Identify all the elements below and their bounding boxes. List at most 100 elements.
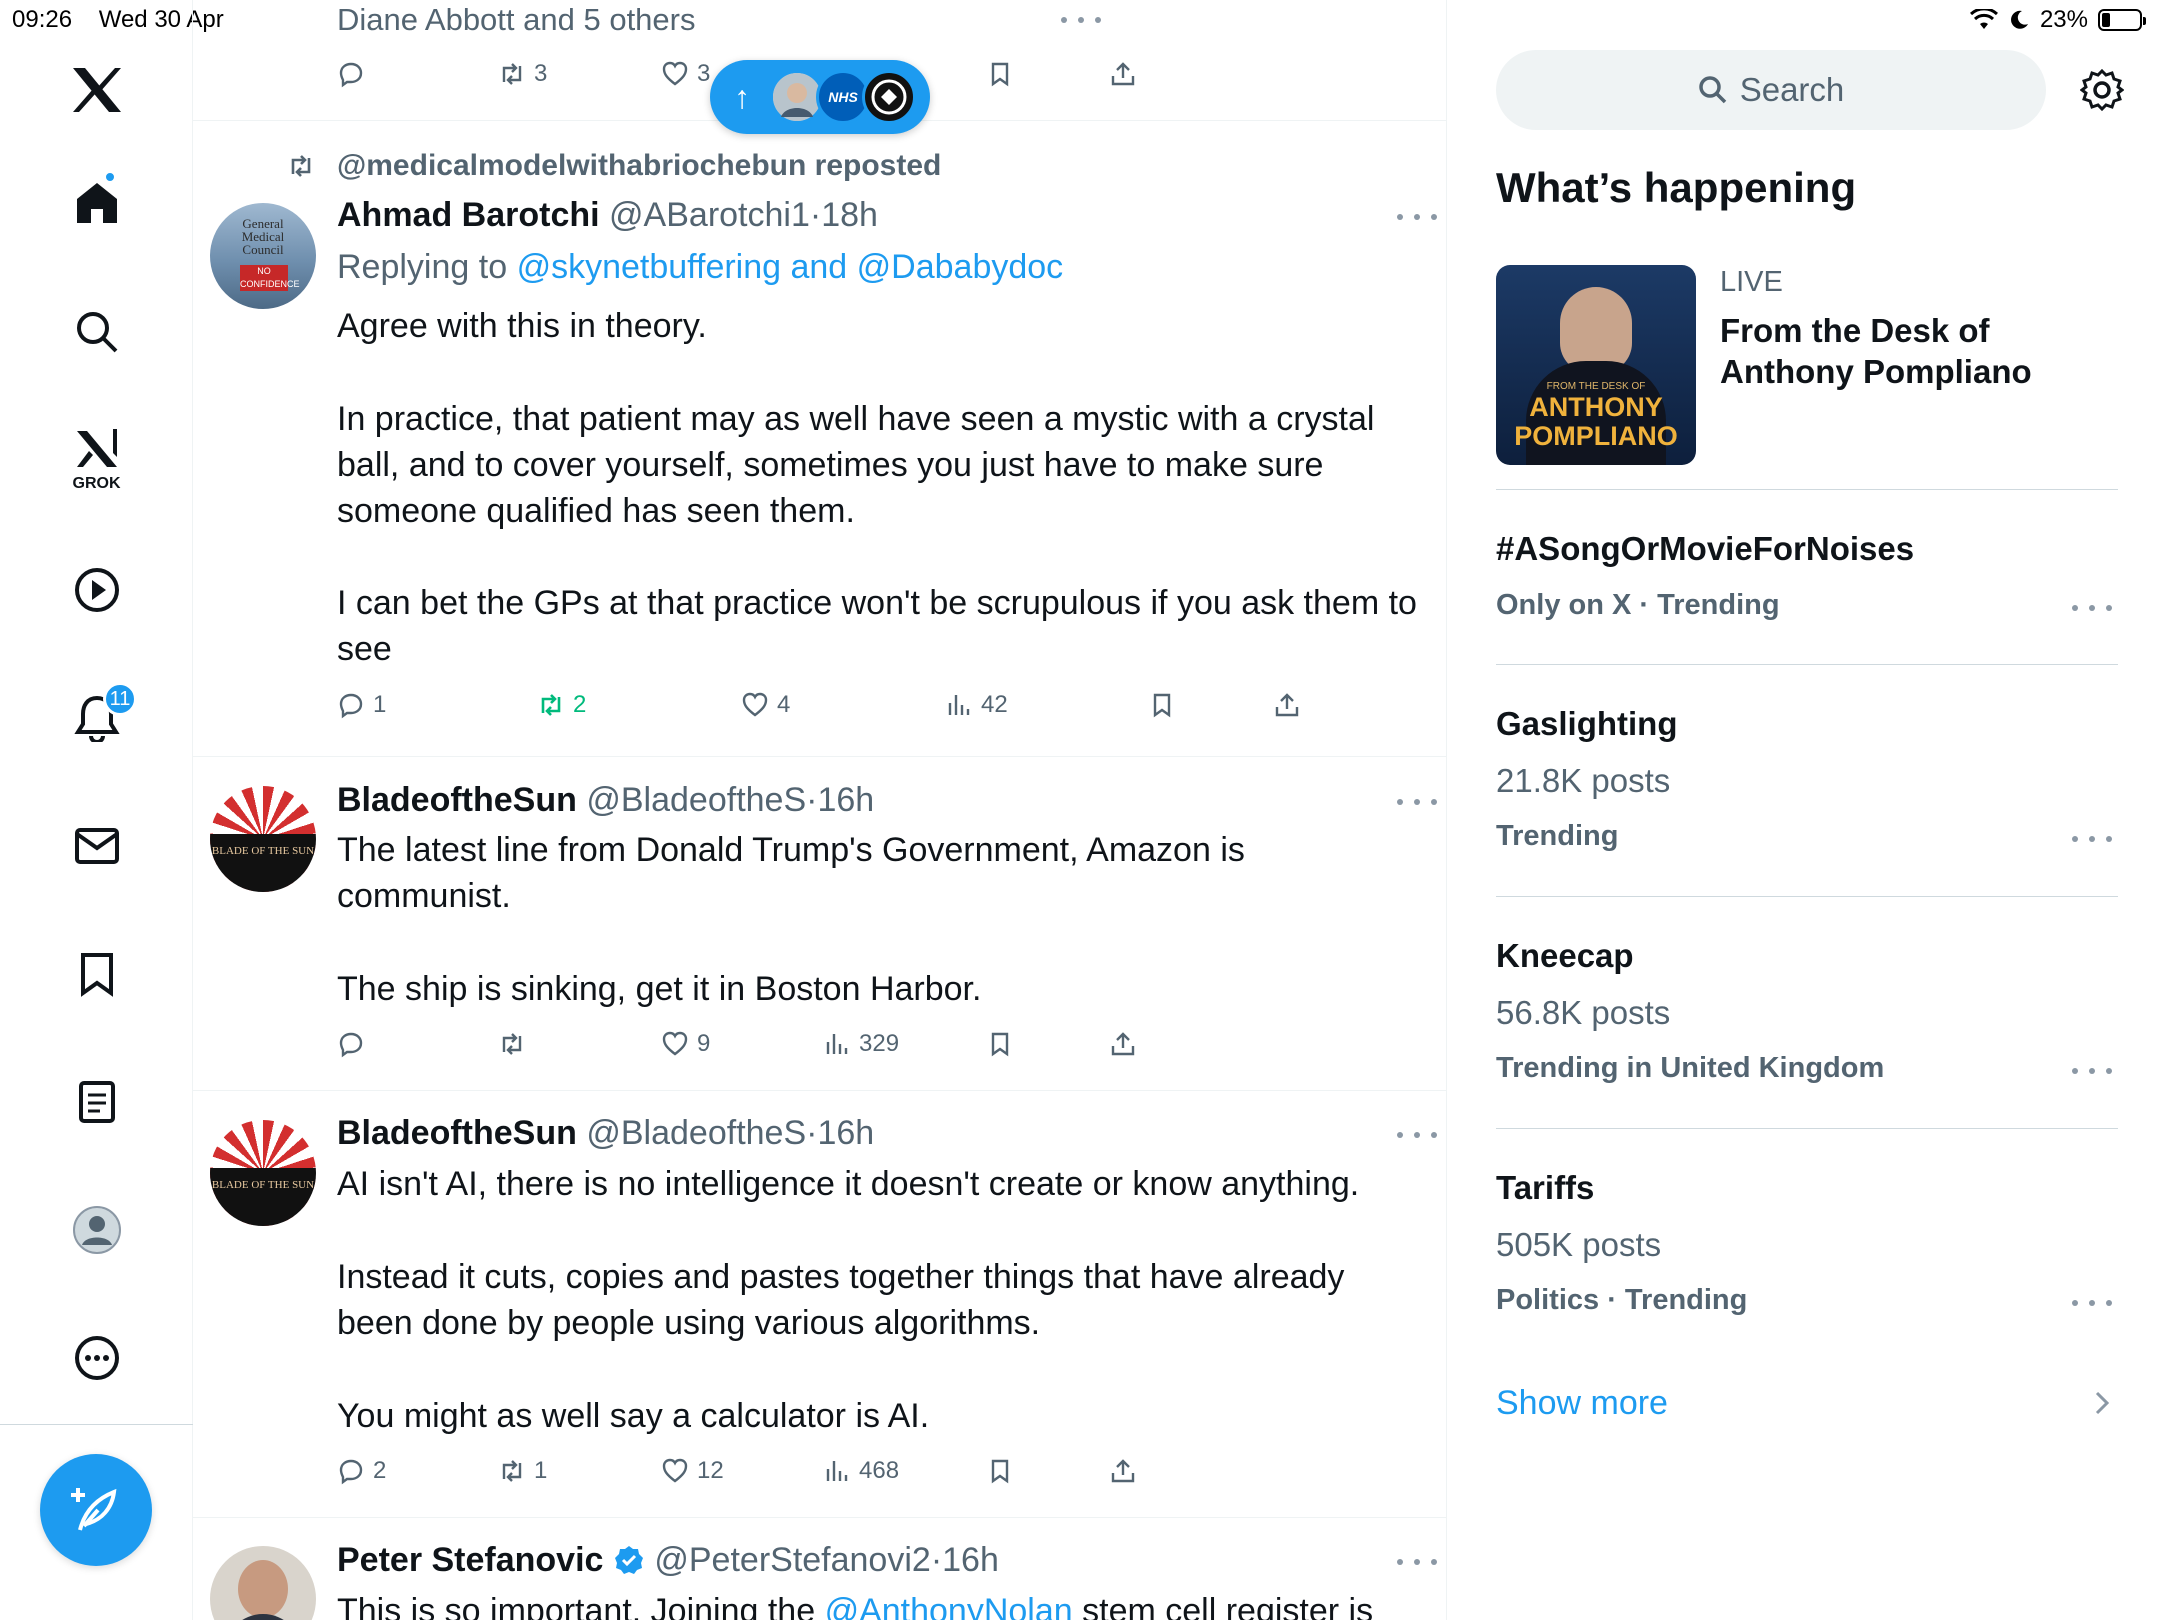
share-button[interactable] [1109,1457,1137,1485]
post-time[interactable]: 16h [942,1541,999,1579]
like-button[interactable]: 4 [741,691,790,719]
trend-divider [1496,489,2118,490]
avatar-suit [224,1614,302,1620]
search-input[interactable]: Search [1496,50,2046,130]
nav-bookmarks[interactable] [0,934,193,1014]
show-more-link[interactable]: Show more [1496,1384,1668,1423]
post-more-menu[interactable] [1397,1125,1437,1145]
reply-button[interactable]: 2 [337,1457,386,1485]
trend-meta: Only on X · Trending [1496,589,1780,621]
nav-grok[interactable]: GROK [0,420,193,500]
retweet-button[interactable]: 2 [537,691,586,719]
like-button[interactable]: 9 [661,1030,710,1058]
post-time[interactable]: 16h [817,781,874,819]
author-name[interactable]: BladeoftheSun [337,781,577,819]
trend-title[interactable]: Kneecap [1496,937,1634,975]
post-text-line: In practice, that patient may as well ha… [337,400,1375,438]
nav-lists[interactable] [0,1062,193,1142]
author-name[interactable]: BladeoftheSun [337,1114,577,1152]
repost-label[interactable]: @medicalmodelwithabriochebun reposted [337,146,941,186]
trend-more-menu[interactable] [2072,1061,2112,1081]
author-name[interactable]: Peter Stefanovic [337,1541,603,1579]
live-title-line: Anthony Pompliano [1720,353,2032,390]
prev-reply-button[interactable] [337,60,365,88]
retweet-button[interactable]: 1 [498,1457,547,1485]
mention-link[interactable]: @AnthonyNolan [825,1592,1073,1620]
post-more-menu[interactable] [1397,1552,1437,1572]
battery-fill [2102,13,2110,27]
bookmark-icon [1153,693,1171,718]
avatar[interactable] [210,1546,316,1620]
nav-home[interactable] [0,163,193,243]
x-logo[interactable] [0,50,193,130]
retweet-icon [541,694,561,716]
nav-separator [0,1424,193,1425]
pill-avatar-emblem [871,79,907,115]
trend-divider [1496,664,2118,665]
battery-percent: 23% [2039,6,2088,33]
live-thumbnail[interactable]: FROM THE DESK OF ANTHONY POMPLIANO [1496,265,1696,465]
retweet-button[interactable] [498,1030,526,1058]
prev-share-button[interactable] [1109,60,1137,88]
like-count: 9 [697,1030,711,1057]
profile-avatar-icon [72,1206,121,1254]
post-header: Ahmad Barotchi @ABarotchi1·18h [337,192,878,238]
views-button[interactable]: 42 [945,691,1008,719]
bookmark-button[interactable] [986,1030,1014,1058]
live-title[interactable]: From the Desk of Anthony Pompliano [1720,310,2032,392]
share-button[interactable] [1273,691,1301,719]
live-label: LIVE [1720,266,1783,298]
post-more-menu[interactable] [1397,207,1437,227]
bookmark-button[interactable] [986,1457,1014,1485]
trend-more-menu[interactable] [2072,1293,2112,1313]
bookmark-icon [991,1459,1009,1484]
avatar[interactable]: BLADE OF THE SUN [210,786,316,892]
share-button[interactable] [1109,1030,1137,1058]
views-button[interactable]: 468 [823,1457,899,1485]
moon-icon [2011,10,2028,29]
separator-dot: · [930,1541,943,1579]
post-more-menu[interactable] [1397,792,1437,812]
trend-title[interactable]: Gaslighting [1496,705,1678,743]
prev-like-button[interactable]: 3 [661,60,710,88]
nav-explore[interactable] [0,292,193,372]
post-divider [193,1517,1446,1518]
whats-happening-heading: What’s happening [1496,164,1857,211]
trend-more-menu[interactable] [2072,598,2112,618]
reply-count: 2 [373,1457,387,1484]
post-time[interactable]: 16h [817,1114,874,1152]
compose-button[interactable] [40,1454,152,1566]
settings-button[interactable] [2079,68,2125,117]
nav-profile[interactable] [0,1190,193,1270]
avatar[interactable]: BLADE OF THE SUN [210,1120,316,1226]
post-time[interactable]: 18h [821,196,878,234]
reply-button[interactable] [337,1030,365,1058]
views-button[interactable]: 329 [823,1030,899,1058]
prev-bookmark-button[interactable] [986,60,1014,88]
nav-messages[interactable] [0,806,193,886]
prev-post-more-menu[interactable] [1061,10,1101,30]
replying-mentions[interactable]: @skynetbuffering and @Dababydoc [517,248,1064,286]
trend-more-menu[interactable] [2072,829,2112,849]
reply-button[interactable]: 1 [337,691,386,719]
nav-more[interactable] [0,1318,193,1398]
new-posts-pill[interactable]: ↑ NHS [710,60,930,134]
author-name[interactable]: Ahmad Barotchi [337,196,600,234]
trend-title[interactable]: #ASongOrMovieForNoises [1496,530,1914,568]
trend-count: 505K posts [1496,1226,1662,1263]
nav-notifications[interactable]: 11 [0,678,193,758]
post-header: BladeoftheSun @BladeoftheS·16h [337,1110,874,1156]
reply-icon [339,693,363,719]
bookmark-button[interactable] [1148,691,1176,719]
author-handle[interactable]: @BladeoftheS [586,781,806,819]
author-handle[interactable]: @BladeoftheS [586,1114,806,1152]
avatar[interactable]: General Medical Council NO CONFIDENCE [210,203,316,309]
author-handle[interactable]: @ABarotchi1 [609,196,810,234]
trend-title[interactable]: Tariffs [1496,1169,1594,1207]
nav-videos[interactable] [0,550,193,630]
views-count: 468 [859,1457,900,1484]
gear-icon [2079,68,2125,112]
like-button[interactable]: 12 [661,1457,724,1485]
author-handle[interactable]: @PeterStefanovi2 [654,1541,930,1579]
prev-retweet-button[interactable]: 3 [498,60,547,88]
